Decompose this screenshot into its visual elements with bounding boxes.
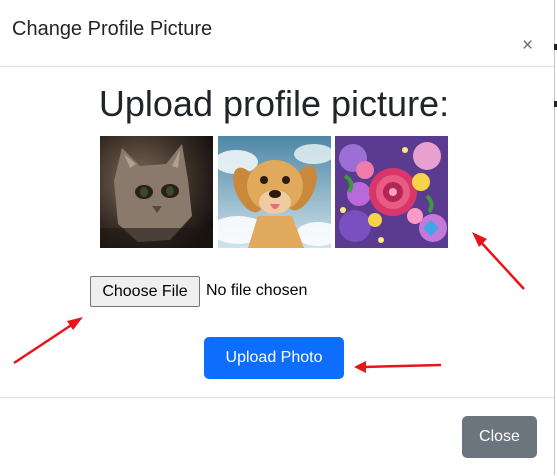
change-profile-picture-modal: Change Profile Picture × Upload profile … [0,0,555,475]
upload-heading: Upload profile picture: [98,83,450,124]
cat-thumbnail [100,136,213,248]
close-icon[interactable]: × [522,36,533,56]
puppy-thumbnail [218,136,331,248]
modal-title: Change Profile Picture [12,18,213,40]
choose-file-button[interactable]: Choose File [90,276,200,307]
modal-body: Upload profile picture: Choose File No f… [0,67,554,397]
close-button[interactable]: Close [462,416,537,458]
modal-footer: Close [0,397,554,476]
flowers-thumbnail [335,136,448,248]
file-status-text: No file chosen [206,282,308,299]
modal-header: Change Profile Picture × [0,0,554,67]
upload-photo-button[interactable]: Upload Photo [204,337,344,379]
